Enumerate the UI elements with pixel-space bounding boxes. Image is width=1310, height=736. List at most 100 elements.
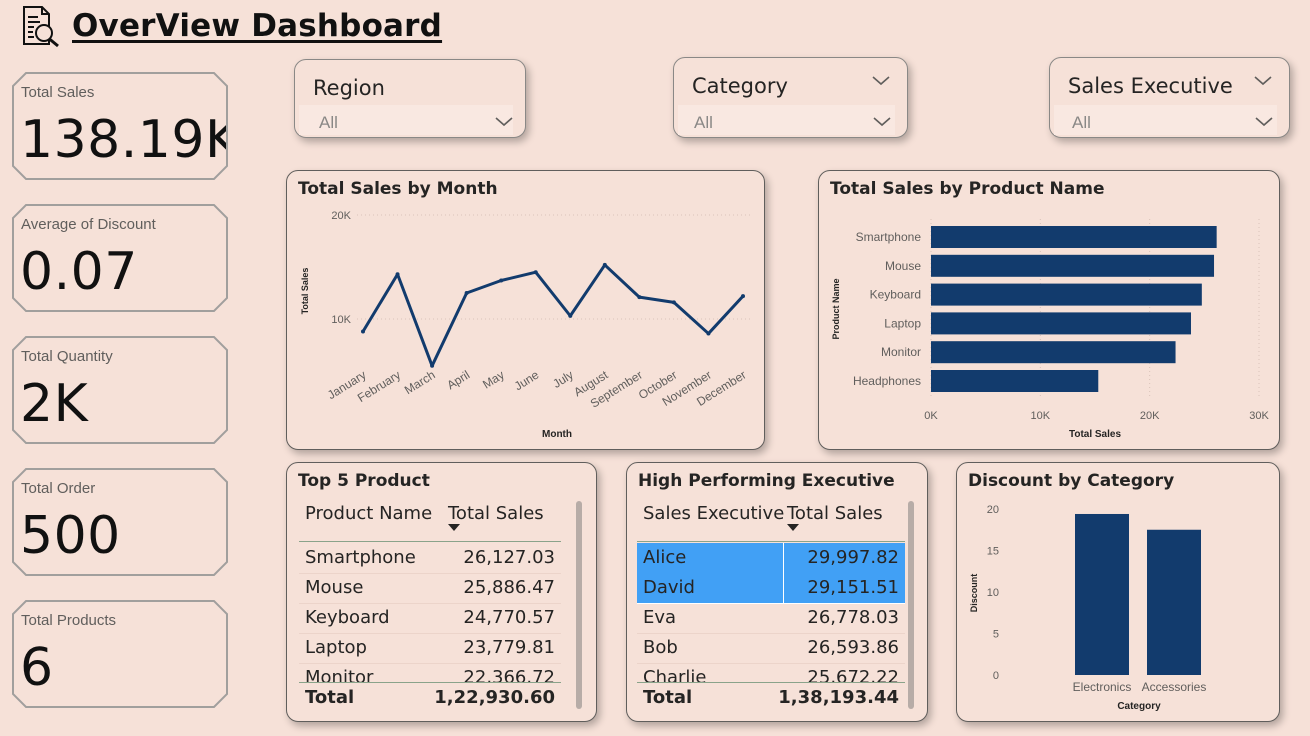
y-tick-label: 0 — [993, 670, 999, 682]
data-point — [741, 294, 745, 299]
total-row: Total 1,22,930.60 — [299, 682, 561, 713]
scrollbar[interactable] — [576, 501, 582, 709]
x-tick-label: Accessories — [1142, 680, 1207, 694]
y-tick-label: 15 — [987, 546, 999, 558]
chevron-down-icon[interactable] — [1255, 117, 1273, 127]
y-tick-label: Laptop — [884, 316, 921, 330]
y-tick-label: Mouse — [885, 259, 921, 273]
sales-by-product-visual[interactable]: Total Sales by Product Name 0K 10K 20K 30K S… — [818, 170, 1280, 450]
series-line — [361, 263, 745, 368]
visual-title: Top 5 Product — [298, 471, 430, 491]
slicer-value: All — [319, 113, 338, 132]
y-tick-label: 10K — [331, 314, 351, 326]
line-chart[interactable]: 20K10KJanuaryFebruaryMarch April May June Ju… — [287, 171, 764, 449]
data-table[interactable]: Sales Executive Total Sales Alice 29,997.82… — [637, 503, 905, 713]
sales-executive-dropdown[interactable]: All — [1054, 105, 1277, 135]
header-divider — [299, 541, 561, 542]
sort-desc-icon[interactable] — [787, 524, 799, 531]
cell-divider — [783, 573, 784, 603]
slicer-title: Category — [692, 74, 788, 98]
x-tick-label: March — [402, 368, 438, 398]
cell-value: 29,151.51 — [807, 577, 899, 598]
column-header[interactable]: Sales Executive — [643, 503, 784, 524]
y-tick-label: Headphones — [853, 374, 921, 388]
category-slicer[interactable]: Category All — [673, 57, 908, 138]
kpi-card: Total Products 6 — [12, 600, 228, 708]
table-row[interactable]: Keyboard 24,770.57 — [299, 603, 561, 634]
kpi-value: 138.19K — [20, 110, 240, 170]
cell-value: 25,886.47 — [463, 577, 555, 598]
executive-table-visual[interactable]: High Performing Executive Sales Executiv… — [626, 462, 928, 722]
x-tick-label: 0K — [924, 410, 938, 422]
kpi-value: 2K — [20, 374, 89, 434]
kpi-card: Total Sales 138.19K — [12, 72, 228, 180]
kpi-value: 6 — [20, 638, 54, 698]
total-row: Total 1,38,193.44 — [637, 682, 905, 713]
data-table[interactable]: Product Name Total Sales Smartphone 26,127.… — [299, 503, 561, 713]
bar — [931, 341, 1176, 364]
chevron-down-icon[interactable] — [1254, 76, 1272, 86]
x-axis-title: Category — [1117, 701, 1161, 712]
cell-name: Eva — [643, 607, 677, 628]
bar — [931, 254, 1215, 277]
bar — [931, 226, 1217, 248]
x-axis-title: Month — [542, 429, 572, 440]
page-title: OverView Dashboard — [72, 8, 443, 44]
table-row[interactable]: Smartphone 26,127.03 — [299, 543, 561, 574]
cell-name: Bob — [643, 637, 678, 658]
chevron-down-icon[interactable] — [873, 117, 891, 127]
column-header[interactable]: Total Sales — [448, 503, 544, 524]
y-tick-label: 20 — [987, 504, 999, 516]
slicer-value: All — [694, 113, 713, 132]
slicer-title: Region — [313, 76, 385, 100]
table-row[interactable]: Bob 26,593.86 — [637, 633, 905, 664]
category-dropdown[interactable]: All — [678, 105, 895, 135]
kpi-value: 0.07 — [20, 242, 138, 302]
bar — [1147, 529, 1201, 675]
kpi-label: Total Order — [21, 480, 96, 497]
data-point — [706, 331, 711, 336]
report-search-icon — [23, 6, 59, 48]
data-point — [671, 300, 676, 305]
bar — [931, 283, 1202, 306]
cell-value: 23,779.81 — [463, 637, 555, 658]
table-row[interactable]: Alice 29,997.82 — [637, 543, 905, 574]
column-chart[interactable]: 20151050Electronics AccessoriesCategoryDi… — [957, 463, 1279, 721]
cell-name: Mouse — [305, 577, 364, 598]
header: OverView Dashboard — [18, 4, 442, 48]
slicer-title: Sales Executive — [1068, 74, 1233, 98]
x-tick-label: Electronics — [1073, 680, 1132, 694]
y-axis-title: Total Sales — [300, 268, 310, 315]
top-products-table-visual[interactable]: Top 5 Product Product Name Total Sales Sma… — [286, 462, 597, 722]
table-row[interactable]: Eva 26,778.03 — [637, 603, 905, 634]
kpi-label: Total Sales — [21, 84, 95, 101]
discount-by-category-visual[interactable]: Discount by Category 20 15 10 5 0 Electronics… — [956, 462, 1280, 722]
region-slicer[interactable]: Region All — [294, 59, 526, 138]
kpi-card: Total Quantity 2K — [12, 336, 228, 444]
y-axis-title: Product Name — [831, 278, 841, 339]
table-row[interactable]: Laptop 23,779.81 — [299, 633, 561, 664]
chevron-down-icon[interactable] — [872, 76, 890, 86]
x-tick-label: June — [512, 368, 542, 394]
kpi-label: Total Products — [21, 612, 117, 629]
kpi-value: 500 — [20, 506, 121, 566]
bar-chart[interactable]: 0K 10K 20K 30K Smartphone Mouse Keyboard Laptop… — [819, 171, 1279, 449]
column-header[interactable]: Product Name — [305, 503, 432, 524]
cell-name: Keyboard — [305, 607, 390, 628]
y-tick-label: 20K — [331, 210, 351, 222]
y-tick-label: 10 — [987, 587, 999, 599]
table-row[interactable]: Mouse 25,886.47 — [299, 573, 561, 604]
scrollbar[interactable] — [908, 501, 914, 709]
sales-executive-slicer[interactable]: Sales Executive All — [1049, 57, 1290, 138]
column-header[interactable]: Total Sales — [787, 503, 883, 524]
bar — [1075, 513, 1129, 675]
data-point — [499, 278, 504, 283]
data-point — [602, 262, 607, 267]
sort-desc-icon[interactable] — [448, 524, 460, 531]
sales-by-month-visual[interactable]: Total Sales by Month 20K 10K January Februa… — [286, 170, 765, 450]
table-row[interactable]: David 29,151.51 — [637, 573, 905, 604]
x-tick-label: 30K — [1249, 410, 1269, 422]
cell-value: 26,593.86 — [807, 637, 899, 658]
region-dropdown[interactable]: All — [299, 105, 513, 135]
chevron-down-icon[interactable] — [495, 117, 513, 127]
